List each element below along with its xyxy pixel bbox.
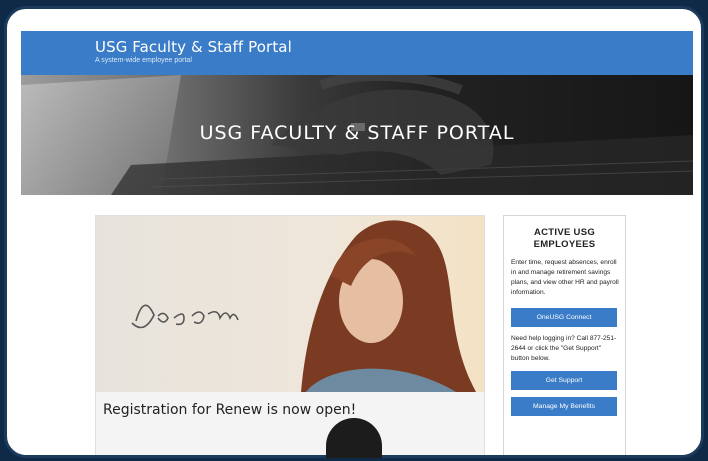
hero-banner: USG FACULTY & STAFF PORTAL	[21, 75, 693, 195]
tablet-frame: USG Faculty & Staff Portal A system-wide…	[4, 6, 704, 458]
browser-viewport: USG Faculty & Staff Portal A system-wide…	[21, 31, 693, 455]
active-employees-panel: ACTIVE USG EMPLOYEES Enter time, request…	[503, 215, 626, 455]
panel-heading-line2: EMPLOYEES	[533, 239, 596, 250]
site-subtitle: A system-wide employee portal	[95, 57, 192, 64]
panel-heading-line1: ACTIVE USG	[533, 227, 596, 238]
panel-intro-text: Enter time, request absences, enroll in …	[511, 259, 619, 296]
hero-headline: USG FACULTY & STAFF PORTAL	[199, 122, 515, 144]
get-support-button[interactable]: Get Support	[511, 371, 617, 390]
feature-caption[interactable]: Registration for Renew is now open!	[103, 402, 356, 418]
feature-card[interactable]: Registration for Renew is now open!	[95, 215, 485, 455]
panel-help-text: Need help logging in? Call 877-251-2644 …	[511, 335, 617, 362]
site-header: USG Faculty & Staff Portal A system-wide…	[21, 31, 693, 75]
manage-benefits-button[interactable]: Manage My Benefits	[511, 397, 617, 416]
panel-heading: ACTIVE USG EMPLOYEES	[504, 227, 625, 251]
oneusg-connect-button[interactable]: OneUSG Connect	[511, 308, 617, 327]
site-title[interactable]: USG Faculty & Staff Portal	[95, 38, 292, 56]
renew-promo-image[interactable]	[96, 216, 484, 392]
